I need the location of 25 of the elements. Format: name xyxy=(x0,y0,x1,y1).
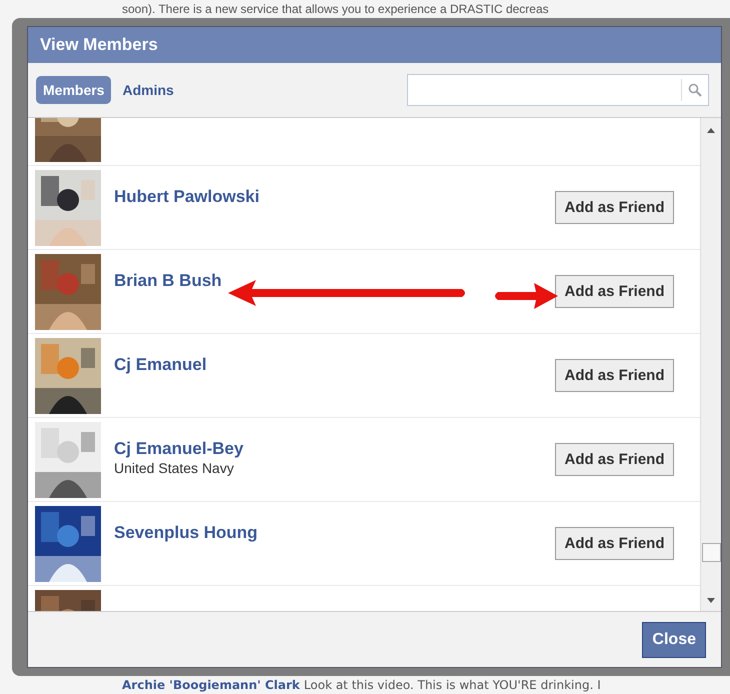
member-name[interactable]: Cj Emanuel-Bey xyxy=(114,439,244,459)
background-text: Look at this video. This is what YOU'RE drinking. I xyxy=(304,678,601,692)
search-field[interactable] xyxy=(407,74,709,106)
add-friend-button[interactable]: Add as Friend xyxy=(555,191,674,224)
author-link[interactable]: Archie 'Boogiemann' Clark xyxy=(122,678,300,692)
add-friend-button[interactable]: Add as Friend xyxy=(555,443,674,476)
close-button[interactable]: Close xyxy=(642,622,706,658)
member-name[interactable]: Sevenplus Houng xyxy=(114,523,258,543)
arrow xyxy=(492,283,558,309)
member-name[interactable]: Cj Emanuel xyxy=(114,355,207,375)
scroll-thumb[interactable] xyxy=(702,543,720,562)
add-friend-button[interactable]: Add as Friend xyxy=(555,359,674,392)
scrollbar[interactable] xyxy=(700,118,721,611)
member-name[interactable]: Brian B Bush xyxy=(114,271,222,291)
add-friend-button[interactable]: Add as Friend xyxy=(555,527,674,560)
member-subtitle: United States Navy xyxy=(114,460,235,476)
search-icon[interactable] xyxy=(688,83,702,97)
scroll-down-icon[interactable] xyxy=(707,598,715,603)
background-text: soon). There is a new service that allows you to experience a DRASTIC decreas xyxy=(121,1,550,18)
scroll-up-icon[interactable] xyxy=(707,128,715,133)
add-friend-button[interactable]: Add as Friend xyxy=(555,275,674,308)
dialog-title: View Members xyxy=(40,35,158,55)
tab[interactable]: Members xyxy=(36,76,112,104)
member-name[interactable]: Hubert Pawlowski xyxy=(114,187,260,207)
tab[interactable]: Admins xyxy=(115,76,181,104)
